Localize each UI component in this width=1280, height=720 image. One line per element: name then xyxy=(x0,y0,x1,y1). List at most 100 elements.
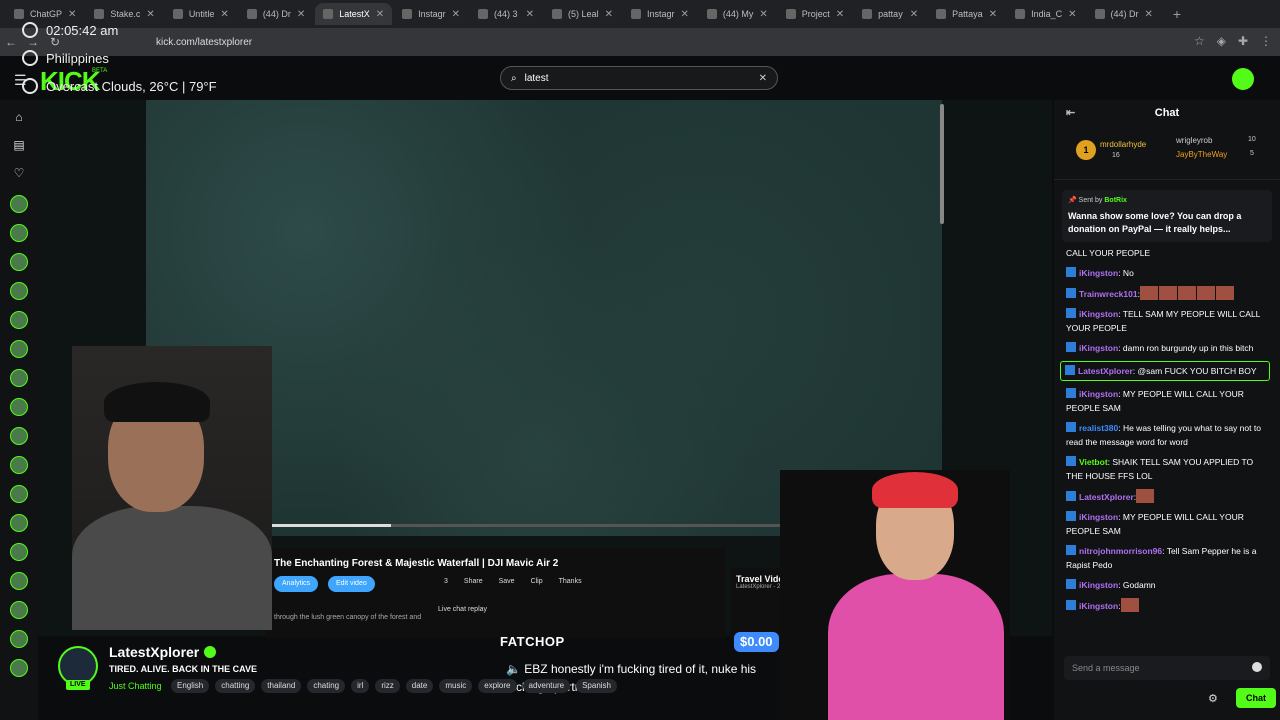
browser-tab[interactable]: India_C ✕ xyxy=(1007,3,1084,25)
chat-username[interactable]: iKingston xyxy=(1079,343,1118,353)
chat-message[interactable]: iKingston: TELL SAM MY PEOPLE WILL CALL … xyxy=(1066,307,1268,335)
stream-tag[interactable]: chating xyxy=(307,679,346,693)
followed-channel-avatar[interactable] xyxy=(10,543,28,561)
yt-clip-button[interactable]: Clip xyxy=(531,578,543,585)
video-scrollbar[interactable] xyxy=(940,104,944,224)
chat-username[interactable]: iKingston xyxy=(1079,309,1118,319)
browser-tab[interactable]: Instagr ✕ xyxy=(394,3,468,25)
followed-channel-avatar[interactable] xyxy=(10,311,28,329)
tab-close-icon[interactable]: ✕ xyxy=(146,9,154,20)
followed-channel-avatar[interactable] xyxy=(10,601,28,619)
chat-username[interactable]: Trainwreck101 xyxy=(1079,289,1138,299)
yt-edit-video-button[interactable]: Edit video xyxy=(328,576,375,592)
puzzle-icon[interactable]: ✚ xyxy=(1238,34,1248,48)
followed-channel-avatar[interactable] xyxy=(10,398,28,416)
stream-tag[interactable]: music xyxy=(439,679,473,693)
browser-tab[interactable]: (44) Dr ✕ xyxy=(1087,3,1161,25)
chat-message[interactable]: realist380: He was telling you what to s… xyxy=(1066,421,1268,449)
tab-close-icon[interactable]: ✕ xyxy=(759,9,767,20)
followed-channel-avatar[interactable] xyxy=(10,224,28,242)
back-icon[interactable]: ← xyxy=(0,35,22,49)
followed-channel-avatar[interactable] xyxy=(10,369,28,387)
followed-channel-avatar[interactable] xyxy=(10,485,28,503)
chat-message[interactable]: Trainwreck101: xyxy=(1066,286,1268,301)
chat-message[interactable]: iKingston: Godamn xyxy=(1066,578,1268,592)
browse-icon[interactable]: ▤ xyxy=(10,138,28,156)
chat-send-button[interactable]: Chat xyxy=(1236,688,1276,708)
chat-username[interactable]: iKingston xyxy=(1079,580,1118,590)
followed-channel-avatar[interactable] xyxy=(10,630,28,648)
clear-search-icon[interactable]: ✕ xyxy=(759,73,767,84)
stream-tag[interactable]: rizz xyxy=(375,679,400,693)
tab-close-icon[interactable]: ✕ xyxy=(452,9,460,20)
chat-message[interactable]: LatestXplorer: @sam FUCK YOU BITCH BOY xyxy=(1060,361,1270,381)
chat-message[interactable]: iKingston: MY PEOPLE WILL CALL YOUR PEOP… xyxy=(1066,510,1268,538)
followed-channel-avatar[interactable] xyxy=(10,340,28,358)
chat-username[interactable]: iKingston xyxy=(1079,512,1118,522)
tab-close-icon[interactable]: ✕ xyxy=(989,9,997,20)
url-field[interactable]: kick.com/latestxplorer xyxy=(156,37,252,48)
tab-close-icon[interactable]: ✕ xyxy=(376,9,384,20)
chat-message[interactable]: CALL YOUR PEOPLE xyxy=(1066,246,1268,260)
stream-tag[interactable]: irl xyxy=(351,679,370,693)
tab-close-icon[interactable]: ✕ xyxy=(1068,9,1076,20)
followed-channel-avatar[interactable] xyxy=(10,514,28,532)
chat-message[interactable]: Vietbot: SHAIK TELL SAM YOU APPLIED TO T… xyxy=(1066,455,1268,483)
chat-message[interactable]: nitrojohnmorrison96: Tell Sam Pepper he … xyxy=(1066,544,1268,572)
chat-username[interactable]: iKingston xyxy=(1079,389,1118,399)
tab-close-icon[interactable]: ✕ xyxy=(220,9,228,20)
browser-tab[interactable]: (44) Dr ✕ xyxy=(239,3,313,25)
followed-channel-avatar[interactable] xyxy=(10,427,28,445)
chat-message[interactable]: iKingston: damn ron burgundy up in this … xyxy=(1066,341,1268,355)
followed-channel-avatar[interactable] xyxy=(10,282,28,300)
tab-close-icon[interactable]: ✕ xyxy=(1145,9,1153,20)
chat-message[interactable]: iKingston: No xyxy=(1066,266,1268,280)
chat-username[interactable]: nitrojohnmorrison96 xyxy=(1079,546,1162,556)
yt-analytics-button[interactable]: Analytics xyxy=(274,576,319,592)
stream-tag[interactable]: date xyxy=(405,679,434,693)
browser-tab[interactable]: (44) My ✕ xyxy=(699,3,776,25)
browser-tab[interactable]: Untitle ✕ xyxy=(165,3,237,25)
pinned-message[interactable]: 📌 Sent by BotRix Wanna show some love? Y… xyxy=(1062,190,1272,242)
followed-channel-avatar[interactable] xyxy=(10,659,28,677)
yt-save-button[interactable]: Save xyxy=(499,578,515,585)
chat-input[interactable]: Send a message xyxy=(1064,656,1270,680)
tab-close-icon[interactable]: ✕ xyxy=(68,9,76,20)
yt-live-chat-replay[interactable]: Live chat replay xyxy=(438,606,487,613)
chat-username[interactable]: iKingston xyxy=(1079,601,1118,611)
yt-like-button[interactable]: 3 xyxy=(444,578,448,585)
chat-username[interactable]: LatestXplorer xyxy=(1079,492,1134,502)
browser-tab[interactable]: Project ✕ xyxy=(778,3,852,25)
browser-tab[interactable]: Pattaya ✕ xyxy=(928,3,1005,25)
browser-tab[interactable]: pattay ✕ xyxy=(854,3,926,25)
stream-tag[interactable]: Spanish xyxy=(576,679,618,693)
chat-message[interactable]: LatestXplorer: xyxy=(1066,489,1268,504)
chat-username[interactable]: realist380 xyxy=(1079,423,1118,433)
channel-name[interactable]: LatestXplorer xyxy=(109,644,199,660)
stream-category[interactable]: Just Chatting xyxy=(109,681,162,691)
stream-tag[interactable]: chatting xyxy=(215,679,256,693)
tab-close-icon[interactable]: ✕ xyxy=(526,9,534,20)
user-avatar[interactable] xyxy=(1232,68,1254,90)
chat-settings-gear-icon[interactable]: ⚙ xyxy=(1208,692,1218,705)
followed-channel-avatar[interactable] xyxy=(10,456,28,474)
chat-username[interactable]: Vietbot xyxy=(1079,457,1108,467)
stream-tag[interactable]: adventure xyxy=(522,679,571,693)
extension-icon[interactable]: ◈ xyxy=(1217,34,1226,48)
tab-close-icon[interactable]: ✕ xyxy=(910,9,918,20)
search-input[interactable]: ⌕ latest ✕ xyxy=(500,66,778,90)
browser-tab[interactable]: Instagr ✕ xyxy=(623,3,697,25)
stream-tag[interactable]: explore xyxy=(478,679,517,693)
tab-close-icon[interactable]: ✕ xyxy=(605,9,613,20)
star-icon[interactable]: ☆ xyxy=(1194,34,1205,48)
collapse-chat-icon[interactable]: ⇤ xyxy=(1066,106,1075,119)
tab-close-icon[interactable]: ✕ xyxy=(680,9,688,20)
menu-icon[interactable]: ⋮ xyxy=(1260,34,1272,48)
new-tab-button[interactable]: + xyxy=(1163,6,1191,22)
followed-channel-avatar[interactable] xyxy=(10,572,28,590)
tab-close-icon[interactable]: ✕ xyxy=(836,9,844,20)
chat-username[interactable]: LatestXplorer xyxy=(1078,366,1133,376)
yt-share-button[interactable]: Share xyxy=(464,578,483,585)
followed-channel-avatar[interactable] xyxy=(10,253,28,271)
browser-tab[interactable]: (44) 3 ✕ xyxy=(470,3,542,25)
